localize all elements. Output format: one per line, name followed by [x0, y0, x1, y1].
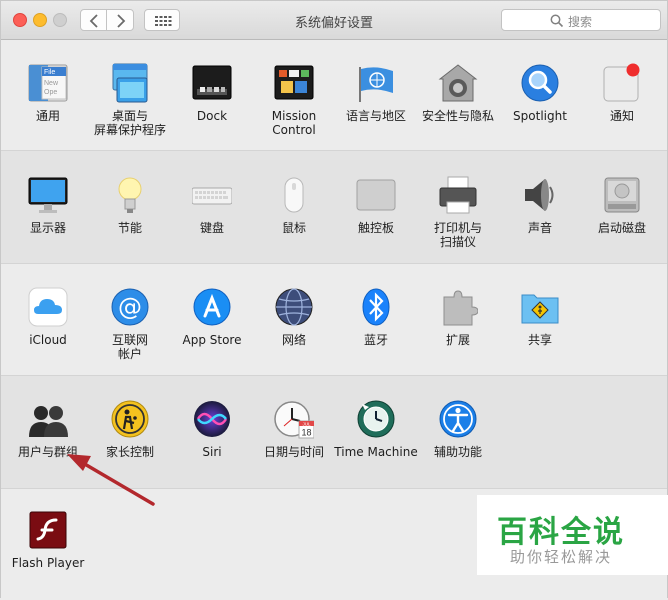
- section-internet-wireless: iCloud @ 互联网 帐户 App Store 网络 蓝牙 扩展 共享: [1, 263, 667, 375]
- siri-icon: [194, 401, 230, 437]
- accessibility-icon: [439, 400, 477, 438]
- spotlight-icon: [521, 64, 559, 102]
- pref-label: Flash Player: [11, 556, 85, 570]
- general-file-line: File: [44, 69, 55, 76]
- app-store-icon: [193, 288, 231, 326]
- printer-scanner-icon: [439, 176, 477, 214]
- pref-label: Mission Control: [271, 109, 317, 137]
- pref-label: 语言与地区: [345, 109, 406, 123]
- pref-label: 通用: [35, 109, 60, 123]
- pref-label: 鼠标: [281, 221, 306, 235]
- pref-label: 共享: [527, 333, 552, 347]
- displays-icon: [28, 177, 68, 213]
- pref-label: 显示器: [29, 221, 66, 235]
- notifications-icon: [603, 63, 640, 102]
- calendar-day: 18: [301, 428, 311, 438]
- keyboard-icon: [192, 187, 232, 205]
- pref-label: 节能: [117, 221, 142, 235]
- pref-label: 键盘: [199, 221, 224, 235]
- general-icon: File New Ope: [28, 64, 68, 102]
- pref-label: App Store: [182, 333, 242, 347]
- parental-controls-icon: [111, 400, 149, 438]
- pref-label: 通知: [609, 109, 634, 123]
- general-new-line: New: [44, 80, 59, 87]
- internet-accounts-icon: @: [111, 288, 149, 326]
- energy-saver-icon: [118, 177, 142, 213]
- pref-label: 声音: [527, 221, 552, 235]
- bluetooth-icon: [362, 288, 390, 326]
- pref-label: 扩展: [445, 333, 470, 347]
- watermark-title: 百科全说: [497, 515, 625, 550]
- sound-icon: [525, 179, 554, 211]
- pref-label: 打印机与 扫描仪: [433, 221, 482, 249]
- pref-label: iCloud: [29, 333, 67, 347]
- pref-label: 日期与时间: [263, 445, 324, 459]
- pref-label: Spotlight: [513, 109, 567, 123]
- section-personal: File New Ope 通用 桌面与 屏幕保护程序 Dock Mission …: [1, 40, 667, 150]
- icloud-icon: [28, 287, 68, 327]
- pref-label: 网络: [281, 333, 306, 347]
- pref-label: 辅助功能: [433, 445, 482, 459]
- calendar-month: JUL: [302, 422, 310, 427]
- pref-label: Time Machine: [334, 445, 418, 459]
- svg-text:@: @: [118, 293, 142, 321]
- pref-label: 启动磁盘: [597, 221, 646, 235]
- section-hardware: 显示器 节能 键盘 鼠标 触控板 打印机与 扫描仪 声音 启动磁盘: [1, 150, 667, 263]
- users-groups-icon: [29, 406, 68, 437]
- time-machine-icon: [357, 400, 395, 438]
- startup-disk-icon: [604, 177, 640, 213]
- search-input[interactable]: 搜索: [501, 9, 661, 31]
- watermark-subtitle: 助你轻松解决: [509, 548, 612, 566]
- general-open-line: Ope: [44, 89, 57, 96]
- security-privacy-icon: [438, 64, 478, 102]
- flash-player-icon: [29, 511, 67, 549]
- title-bar: 系统偏好设置 搜索: [1, 1, 667, 40]
- search-placeholder: 搜索: [568, 15, 593, 29]
- search-icon: [550, 14, 564, 28]
- mission-control-icon: [274, 65, 314, 100]
- pref-label: Dock: [196, 109, 228, 123]
- pref-label: 蓝牙: [363, 333, 388, 347]
- mouse-icon: [284, 177, 304, 213]
- date-time-icon: JUL 18: [274, 401, 314, 439]
- sharing-icon: [521, 294, 559, 324]
- dock-icon: [192, 65, 232, 100]
- watermark-logo: 百科全说 助你轻松解决: [477, 495, 668, 575]
- trackpad-icon: [356, 179, 396, 211]
- pref-label: 互联网 帐户: [111, 333, 148, 361]
- pref-label: 安全性与隐私: [421, 109, 494, 123]
- language-region-icon: [359, 67, 393, 102]
- pref-label: 触控板: [357, 221, 394, 235]
- pref-label: Siri: [202, 445, 222, 459]
- extensions-icon: [443, 290, 478, 326]
- network-icon: [275, 288, 313, 326]
- pref-label: 家长控制: [105, 445, 154, 459]
- pref-label: 用户与群组: [17, 445, 78, 459]
- pref-label: 桌面与 屏幕保护程序: [93, 109, 166, 137]
- section-system: 用户与群组 家长控制 Siri JUL 18 日期与时间 Time Machin…: [1, 375, 667, 488]
- system-preferences-window: 系统偏好设置 搜索 File New Ope 通用 桌面与 屏幕保护程序 Doc…: [0, 0, 668, 600]
- desktop-screensaver-icon: [112, 63, 148, 103]
